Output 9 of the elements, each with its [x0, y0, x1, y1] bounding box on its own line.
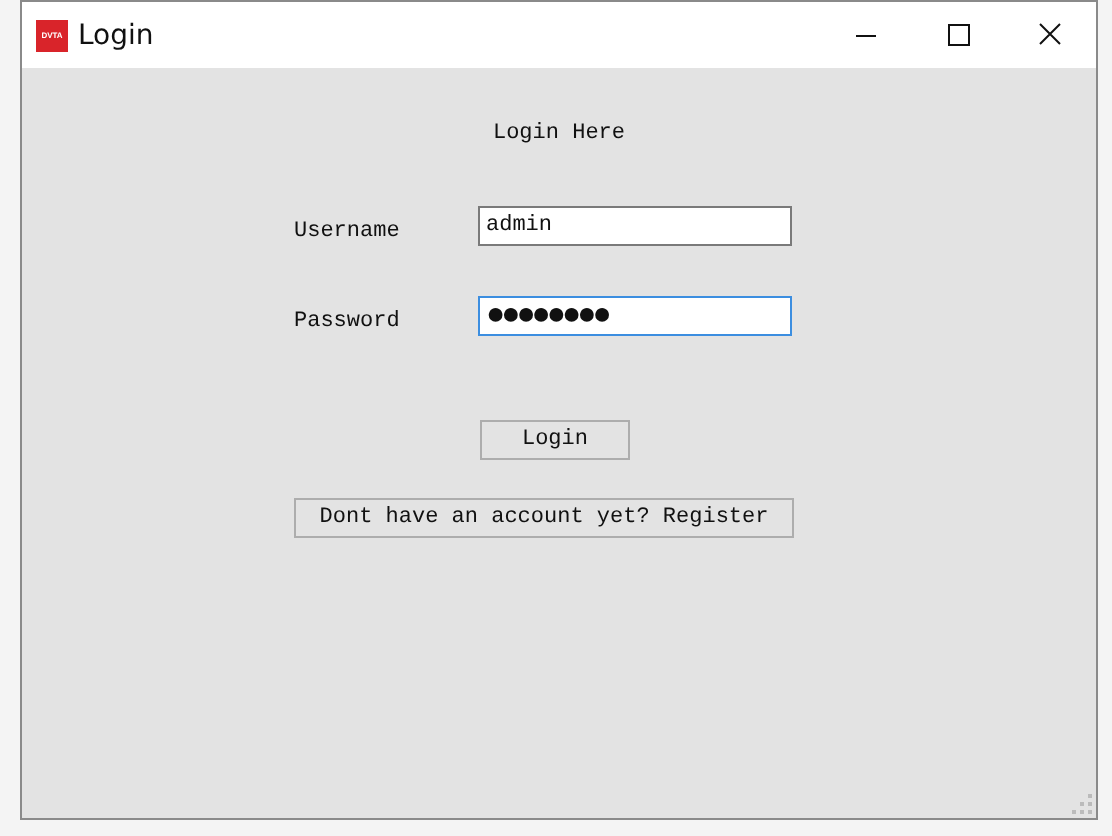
resize-grip-icon[interactable]	[1072, 794, 1092, 814]
register-button[interactable]: Dont have an account yet? Register	[294, 498, 794, 538]
field-label: Username	[294, 218, 402, 246]
login-button[interactable]: Login	[480, 420, 630, 460]
input-field[interactable]: ●●●●●●●●	[478, 296, 792, 336]
input-field[interactable]: admin	[478, 206, 792, 246]
field-label: Password	[294, 308, 402, 336]
window-title: Login	[78, 19, 154, 51]
form-heading: Login Here	[492, 120, 625, 148]
